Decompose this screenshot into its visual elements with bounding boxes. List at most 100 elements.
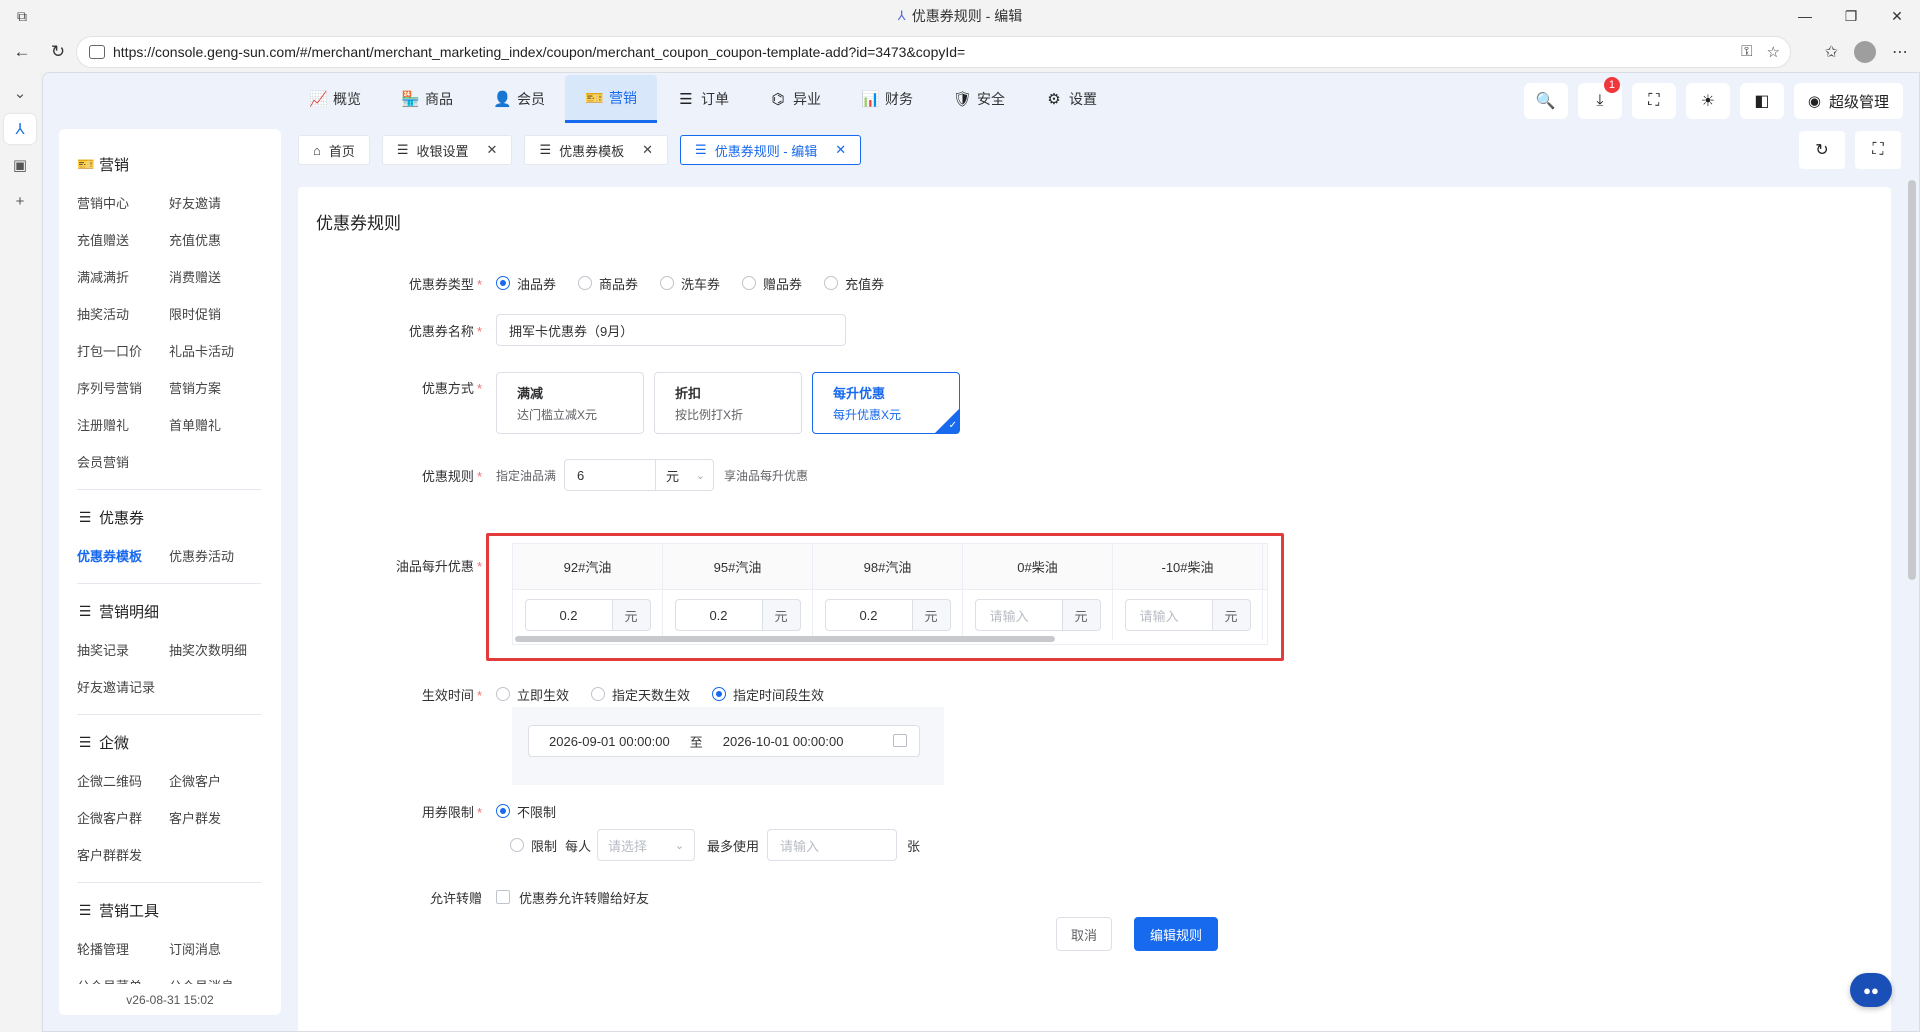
chevron-down-icon[interactable]: ⌄ xyxy=(4,78,36,108)
nav-settings[interactable]: ⚙ 设置 xyxy=(1025,75,1117,123)
cancel-button[interactable]: 取消 xyxy=(1056,917,1112,951)
key-icon[interactable]: ⚿ xyxy=(1741,43,1752,61)
sidebar-item[interactable]: 公众号菜单 xyxy=(77,968,169,984)
sidebar-item[interactable]: 抽奖活动 xyxy=(77,296,169,333)
radio-immediate[interactable]: 立即生效 xyxy=(496,685,569,704)
sidebar-item[interactable]: 消费赠送 xyxy=(169,259,261,296)
search-button[interactable]: 🔍 xyxy=(1523,83,1568,119)
gear-icon: ⚙ xyxy=(1047,91,1061,108)
page-title: 优惠券规则 xyxy=(316,214,401,233)
sidebar-item[interactable]: 公众号消息 xyxy=(169,968,261,984)
workspaces-icon[interactable]: ⧉ xyxy=(12,6,32,26)
sidebar-item[interactable]: 抽奖记录 xyxy=(77,632,169,669)
discount-card-per-liter[interactable]: 每升优惠 每升优惠X元 ✓ xyxy=(812,372,960,434)
sidebar-item[interactable]: 注册赠礼 xyxy=(77,407,169,444)
nav-security[interactable]: 🛡 安全 xyxy=(933,75,1025,123)
tab-cashier-settings[interactable]: ☰ 收银设置 ✕ xyxy=(381,135,513,165)
sidebar-item[interactable]: 好友邀请 xyxy=(169,185,261,222)
close-icon[interactable]: ✕ xyxy=(487,142,498,158)
tab-app-icon[interactable]: ⅄ xyxy=(4,114,36,144)
download-button[interactable]: ⤓ 1 xyxy=(1577,77,1622,119)
sidebar-item[interactable]: 限时促销 xyxy=(169,296,261,333)
radio-period[interactable]: 指定时间段生效 xyxy=(712,685,824,704)
sidebar-item[interactable]: 序列号营销 xyxy=(77,370,169,407)
reload-icon[interactable]: ↻ xyxy=(40,36,76,68)
transfer-checkbox[interactable]: 优惠券允许转赠给好友 xyxy=(496,888,649,907)
nav-members[interactable]: 👤 会员 xyxy=(473,75,565,123)
radio-goods[interactable]: 商品券 xyxy=(578,274,638,293)
refresh-button[interactable]: ↻ xyxy=(1799,131,1845,169)
more-icon[interactable]: ⋯ xyxy=(1892,42,1908,62)
sidebar-item[interactable]: 满减满折 xyxy=(77,259,169,296)
coupon-name-input[interactable]: 拥军卡优惠券（9月） xyxy=(496,314,846,346)
fullscreen-button[interactable]: ⛶ xyxy=(1631,83,1676,119)
sidebar-item[interactable]: 充值优惠 xyxy=(169,222,261,259)
nav-orders[interactable]: ☰ 订单 xyxy=(657,75,749,123)
sidebar-item[interactable]: 抽奖次数明细 xyxy=(169,632,261,669)
page-scrollbar[interactable] xyxy=(1908,180,1916,580)
nav-goods[interactable]: 🏪 商品 xyxy=(381,75,473,123)
add-tab-icon[interactable]: + xyxy=(4,186,36,216)
sidebar-section-details: ☰ 营销明细 xyxy=(77,598,261,624)
sidebar-item[interactable]: 优惠券活动 xyxy=(169,538,261,575)
tab-coupon-template[interactable]: ☰ 优惠券模板 ✕ xyxy=(524,135,669,165)
radio-recharge[interactable]: 充值券 xyxy=(824,274,884,293)
tab-coupon-rule-edit[interactable]: ☰ 优惠券规则 - 编辑 ✕ xyxy=(680,135,862,165)
user-menu-button[interactable]: ◉ 超级管理 xyxy=(1793,83,1903,119)
sidebar-item-coupon-template[interactable]: 优惠券模板 xyxy=(77,538,169,575)
sidebar-item[interactable]: 企微客户 xyxy=(169,763,261,800)
radio-days[interactable]: 指定天数生效 xyxy=(591,685,690,704)
radio-oil[interactable]: 油品券 xyxy=(496,274,556,293)
radio-gift[interactable]: 赠品券 xyxy=(742,274,802,293)
discount-card-full-reduction[interactable]: 满减 达门槛立减X元 xyxy=(496,372,644,434)
restore-icon[interactable]: ❐ xyxy=(1828,0,1874,32)
sidebar-item[interactable]: 营销方案 xyxy=(169,370,261,407)
theme-button[interactable]: ☀ xyxy=(1685,83,1730,119)
date-range-picker[interactable]: 2026-09-01 00:00:00 至 2026-10-01 00:00:0… xyxy=(528,725,920,757)
radio-limited[interactable]: 限制 xyxy=(510,836,557,855)
sidebar-item[interactable]: 会员营销 xyxy=(77,444,169,481)
sidebar-item[interactable]: 充值赠送 xyxy=(77,222,169,259)
threshold-input[interactable]: 6 xyxy=(564,459,657,491)
sidebar-item[interactable]: 企微二维码 xyxy=(77,763,169,800)
close-icon[interactable]: ✕ xyxy=(642,142,653,158)
tab-home[interactable]: ⌂ 首页 xyxy=(298,135,370,165)
sidebar-item[interactable]: 企微客户群 xyxy=(77,800,169,837)
sidebar-item[interactable]: 订阅消息 xyxy=(169,931,261,968)
sidebar-item[interactable]: 客户群发 xyxy=(169,800,261,837)
sidebar-item[interactable]: 轮播管理 xyxy=(77,931,169,968)
nav-finance[interactable]: 📊 财务 xyxy=(841,75,933,123)
radio-unlimited[interactable]: 不限制 xyxy=(496,802,556,821)
address-bar[interactable]: https://console.geng-sun.com/#/merchant/… xyxy=(76,36,1791,68)
calendar-icon xyxy=(893,734,907,747)
sidebar-item[interactable]: 礼品卡活动 xyxy=(169,333,261,370)
max-use-input[interactable]: 请输入 xyxy=(767,829,898,861)
layout-button[interactable]: ◧ xyxy=(1739,83,1784,119)
address-row: ← ↻ https://console.geng-sun.com/#/merch… xyxy=(0,32,1920,72)
minimize-icon[interactable]: — xyxy=(1782,0,1828,32)
tab-calendar-icon[interactable]: ▣ xyxy=(4,150,36,180)
sidebar-item[interactable]: 打包一口价 xyxy=(77,333,169,370)
sidebar-item[interactable]: 首单赠礼 xyxy=(169,407,261,444)
back-icon[interactable]: ← xyxy=(4,36,40,68)
close-icon[interactable]: ✕ xyxy=(1874,0,1920,32)
sidebar-item[interactable]: 好友邀请记录 xyxy=(77,669,169,706)
sidebar-item[interactable]: 客户群群发 xyxy=(77,837,169,874)
star-icon[interactable]: ☆ xyxy=(1767,43,1780,61)
nav-marketing[interactable]: 🎫 营销 xyxy=(565,75,657,123)
maximize-button[interactable]: ⛶ xyxy=(1855,131,1901,169)
close-icon[interactable]: ✕ xyxy=(835,142,846,158)
nav-crossover[interactable]: ⌬ 异业 xyxy=(749,75,841,123)
submit-button[interactable]: 编辑规则 xyxy=(1134,917,1218,951)
nav-overview[interactable]: 📈 概览 xyxy=(289,75,381,123)
profile-avatar[interactable] xyxy=(1854,41,1876,63)
site-info-icon[interactable] xyxy=(89,45,105,59)
unit-select[interactable]: 元 ⌄ xyxy=(656,459,715,491)
sidebar-item[interactable]: 营销中心 xyxy=(77,185,169,222)
radio-carwash[interactable]: 洗车券 xyxy=(660,274,720,293)
per-person-select[interactable]: 请选择 ⌄ xyxy=(597,829,696,861)
discount-card-percent[interactable]: 折扣 按比例打X折 xyxy=(654,372,802,434)
favorites-icon[interactable]: ✩ xyxy=(1825,42,1838,62)
assistant-robot-icon[interactable]: ●● xyxy=(1850,973,1892,1007)
required-mark: * xyxy=(476,558,482,574)
